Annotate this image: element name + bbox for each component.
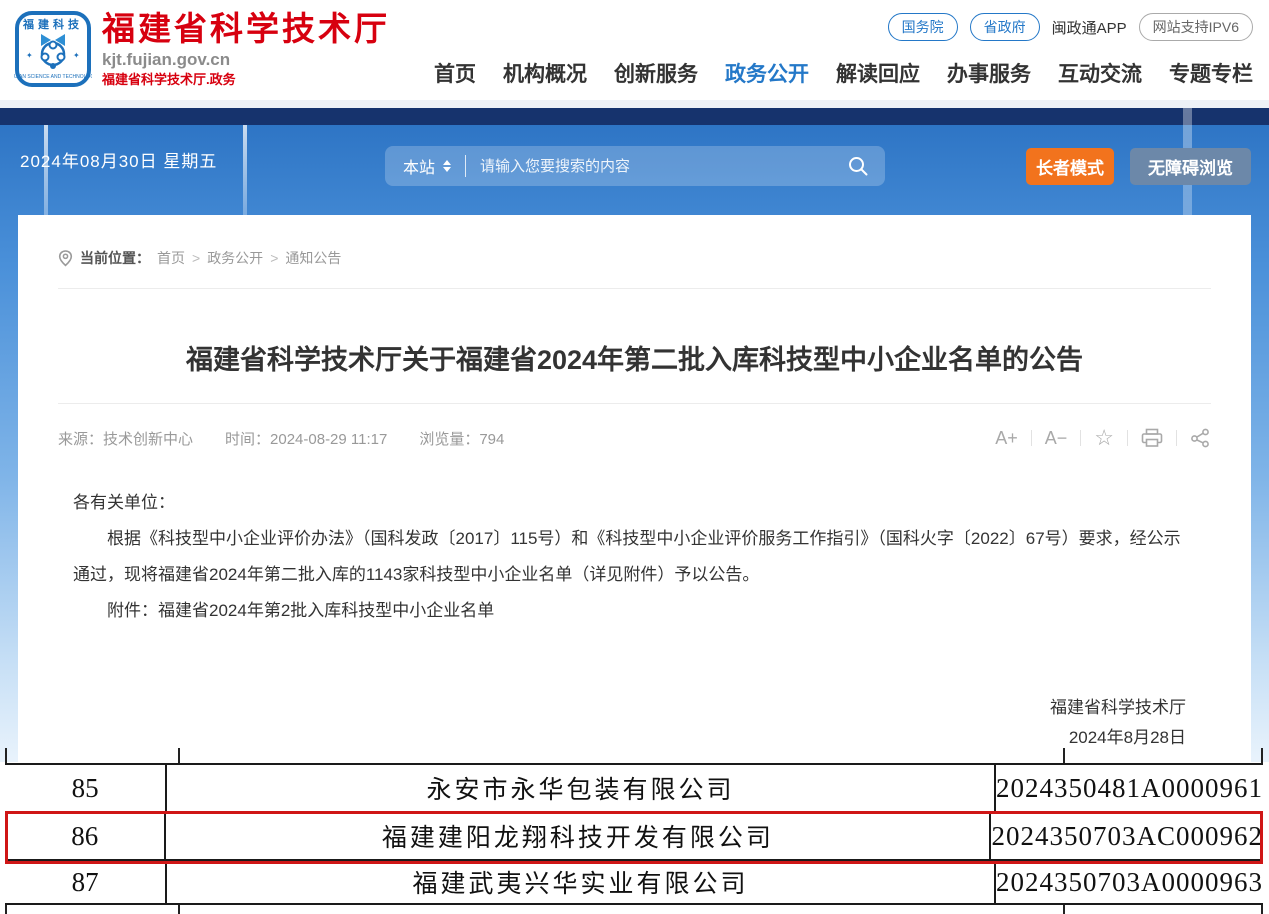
site-subtitle: 福建省科学技术厅.政务 (102, 71, 390, 88)
registration-code: 2024350703AC000962 (991, 813, 1263, 859)
header-gap-strip (0, 100, 1269, 108)
table-border-stub (1261, 905, 1263, 914)
link-minzhengtong-app[interactable]: 闽政通APP (1052, 17, 1127, 38)
company-name: 福建武夷兴华实业有限公司 (167, 861, 996, 903)
search-scope-select[interactable]: 本站 (385, 154, 451, 178)
table-border-stub (1063, 748, 1065, 763)
article-views: 浏览量：794 (419, 428, 504, 449)
search-bar[interactable]: 本站 (385, 146, 885, 186)
table-border-stub (178, 905, 180, 914)
font-decrease-button[interactable]: A− (1045, 428, 1068, 449)
body-paragraph: 根据《科技型中小企业评价办法》（国科发政〔2017〕115号）和《科技型中小企业… (73, 521, 1186, 593)
divider (58, 403, 1211, 404)
share-icon[interactable] (1190, 428, 1211, 448)
breadcrumb-separator: > (192, 250, 200, 266)
registration-code: 2024350703A0000963 (996, 861, 1263, 903)
ipv6-badge: 网站支持IPV6 (1139, 13, 1253, 41)
table-row: 85 永安市永华包装有限公司 2024350481A0000961 (5, 765, 1263, 813)
row-number: 86 (5, 813, 166, 859)
article-time: 时间：2024-08-29 11:17 (225, 428, 387, 449)
table-border-stub (1261, 748, 1263, 763)
article-source: 来源：技术创新中心 (58, 428, 193, 449)
company-name: 永安市永华包装有限公司 (167, 765, 996, 811)
search-input[interactable] (480, 158, 847, 175)
svg-text:FUJIAN SCIENCE AND TECHNOLOGY: FUJIAN SCIENCE AND TECHNOLOGY (14, 74, 92, 80)
chevron-updown-icon (443, 160, 451, 172)
navy-strip (0, 108, 1269, 125)
breadcrumb-home[interactable]: 首页 (157, 248, 185, 268)
table-border-stub (178, 748, 180, 763)
svg-text:福建科技: 福建科技 (22, 17, 83, 31)
nav-gov-disclosure[interactable]: 政务公开 (725, 58, 809, 88)
signature-block: 福建省科学技术厅 2024年8月28日 (1050, 693, 1186, 753)
attachment-link[interactable]: 附件：福建省2024年第2批入库科技型中小企业名单 (73, 593, 1186, 629)
current-date: 2024年08月30日 星期五 (20, 147, 217, 172)
search-icon[interactable] (847, 155, 869, 177)
site-logo-icon: 福建科技 FUJIAN SCIENCE AND TECHNOLOGY ✦ ✦ (14, 10, 92, 88)
svg-text:✦: ✦ (73, 51, 80, 60)
table-border-stub (1063, 905, 1065, 914)
location-pin-icon (58, 250, 73, 267)
breadcrumb-label: 当前位置： (80, 248, 150, 268)
company-list-table: 85 永安市永华包装有限公司 2024350481A0000961 86 福建建… (5, 745, 1263, 914)
breadcrumb-gov-disclosure[interactable]: 政务公开 (207, 248, 263, 268)
svg-text:✦: ✦ (26, 51, 33, 60)
quick-links: 国务院 省政府 闽政通APP 网站支持IPV6 (888, 13, 1253, 41)
nav-services[interactable]: 办事服务 (947, 58, 1031, 88)
breadcrumb-separator: > (270, 250, 278, 266)
nav-special-topics[interactable]: 专题专栏 (1169, 58, 1253, 88)
site-domain: kjt.fujian.gov.cn (102, 49, 390, 70)
breadcrumb-notices[interactable]: 通知公告 (285, 248, 341, 268)
article-body: 各有关单位： 根据《科技型中小企业评价办法》（国科发政〔2017〕115号）和《… (73, 485, 1186, 629)
article-meta: 来源：技术创新中心 时间：2024-08-29 11:17 浏览量：794 A+… (58, 420, 1211, 456)
search-scope-value: 本站 (403, 154, 435, 178)
nav-home[interactable]: 首页 (434, 58, 476, 88)
row-number: 85 (5, 765, 167, 811)
nav-innovation-services[interactable]: 创新服务 (614, 58, 698, 88)
breadcrumb: 当前位置： 首页 > 政务公开 > 通知公告 (58, 248, 341, 268)
salutation: 各有关单位： (73, 485, 1186, 521)
print-icon[interactable] (1141, 428, 1163, 448)
nav-interaction[interactable]: 互动交流 (1058, 58, 1142, 88)
site-title: 福建省科学技术厅 (102, 11, 390, 47)
elder-mode-button[interactable]: 长者模式 (1026, 148, 1114, 185)
site-header: 福建科技 FUJIAN SCIENCE AND TECHNOLOGY ✦ ✦ 福… (0, 0, 1269, 100)
table-row: 87 福建武夷兴华实业有限公司 2024350703A0000963 (5, 861, 1263, 903)
link-state-council[interactable]: 国务院 (888, 13, 958, 41)
table-border-stub (5, 748, 7, 763)
main-nav: 首页 机构概况 创新服务 政务公开 解读回应 办事服务 互动交流 专题专栏 (434, 58, 1253, 88)
search-divider (465, 155, 466, 177)
divider (58, 288, 1211, 289)
table-grid: 85 永安市永华包装有限公司 2024350481A0000961 86 福建建… (5, 763, 1263, 905)
nav-interpretation[interactable]: 解读回应 (836, 58, 920, 88)
registration-code: 2024350481A0000961 (996, 765, 1263, 811)
company-name: 福建建阳龙翔科技开发有限公司 (166, 813, 991, 859)
favorite-star-icon[interactable]: ☆ (1094, 429, 1114, 447)
article-title: 福建省科学技术厅关于福建省2024年第二批入库科技型中小企业名单的公告 (78, 338, 1191, 377)
font-increase-button[interactable]: A+ (995, 428, 1018, 449)
accessibility-button[interactable]: 无障碍浏览 (1130, 148, 1251, 185)
nav-overview[interactable]: 机构概况 (503, 58, 587, 88)
table-row-highlighted: 86 福建建阳龙翔科技开发有限公司 2024350703AC000962 (5, 813, 1263, 861)
brand-block: 福建省科学技术厅 kjt.fujian.gov.cn 福建省科学技术厅.政务 (102, 11, 390, 88)
signer: 福建省科学技术厅 (1050, 693, 1186, 723)
link-provincial-gov[interactable]: 省政府 (970, 13, 1040, 41)
table-border-stub (5, 905, 7, 914)
article-tools: A+ A− ☆ (995, 428, 1211, 449)
row-number: 87 (5, 861, 167, 903)
